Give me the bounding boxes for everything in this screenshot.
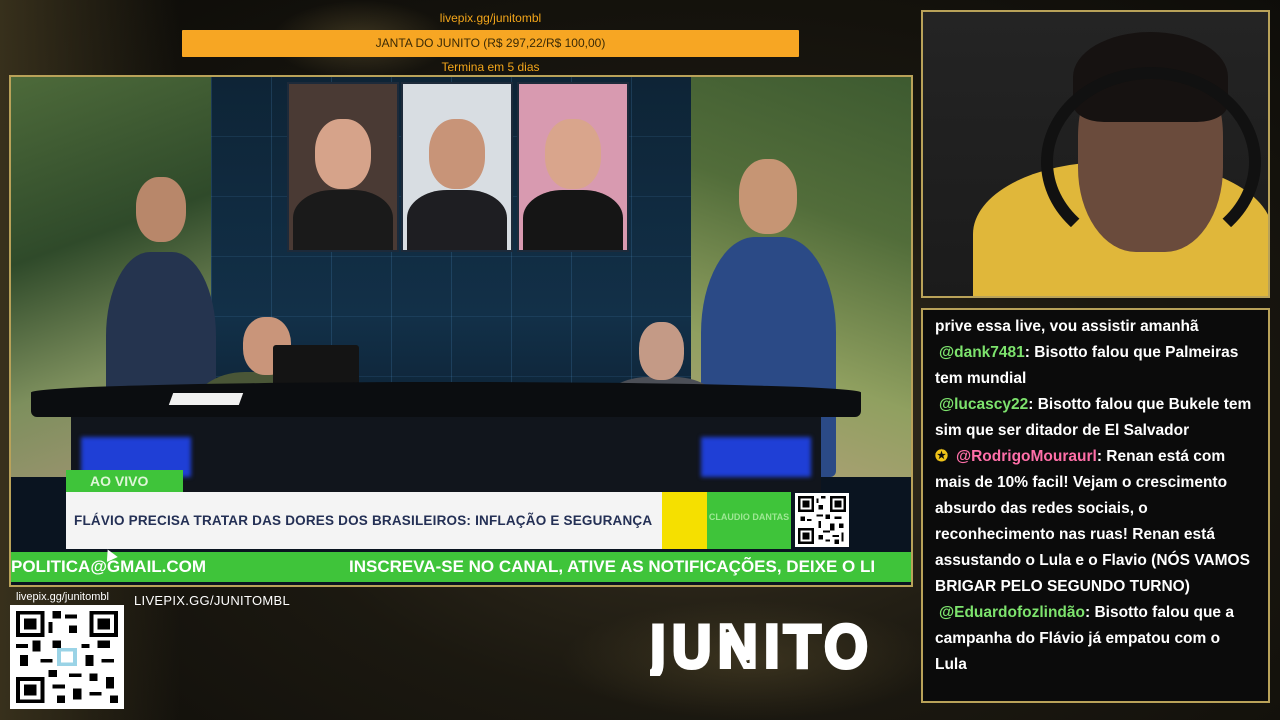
live-tag: AO VIVO [66, 470, 183, 492]
guest-torso [407, 190, 507, 250]
chat-username[interactable]: @lucascy22 [939, 396, 1028, 413]
goal-label: JANTA DO JUNITO (R$ 297,22/R$ 100,00) [375, 36, 606, 50]
guest-video-3 [517, 82, 629, 252]
headline-text: FLÁVIO PRECISA TRATAR DAS DORES DOS BRAS… [74, 513, 653, 528]
studio-desk [31, 382, 861, 417]
guest-face [429, 119, 485, 189]
desk-light-right [701, 437, 811, 477]
guest-face [545, 119, 601, 189]
chat-message-list: @dank7481: Bisotto falou que Palmeiras t… [935, 340, 1256, 678]
goal-ends-label: Termina em 5 dias [441, 60, 540, 74]
goal-progress-bar: JANTA DO JUNITO (R$ 297,22/R$ 100,00) [182, 30, 799, 57]
guest-video-2 [401, 82, 513, 252]
headphones-icon [1041, 67, 1261, 257]
guest-torso [293, 190, 393, 250]
chat-message-partial: prive essa live, vou assistir amanhã [935, 318, 1199, 335]
star-icon: ✪ [935, 448, 948, 465]
livepix-qr-code[interactable] [10, 605, 124, 709]
chat-username[interactable]: @RodrigoMouraurl [956, 448, 1097, 465]
chat-message: ✪ @RodrigoMouraurl: Renan está com mais d… [935, 444, 1256, 600]
host-right-head [639, 322, 684, 380]
desk-paper [168, 393, 244, 405]
livepix-site-label: LIVEPIX.GG/JUNITOMBL [134, 593, 291, 608]
chat-username[interactable]: @dank7481 [939, 344, 1025, 361]
guest-torso [523, 190, 623, 250]
chat-message: @Eduardofozlindão: Bisotto falou que a c… [935, 600, 1256, 678]
ticker-message: INSCREVA-SE NO CANAL, ATIVE AS NOTIFICAÇ… [349, 557, 876, 576]
chat-message: @dank7481: Bisotto falou que Palmeiras t… [935, 340, 1256, 392]
lower-third: FLÁVIO PRECISA TRATAR DAS DORES DOS BRAS… [66, 492, 662, 549]
streamer-webcam [921, 10, 1270, 298]
junito-logo: JUNITO [644, 613, 905, 682]
broadcast-qr-code [795, 493, 849, 547]
lower-third-accent [662, 492, 707, 549]
backdrop-person-right-head [739, 159, 797, 234]
guest-video-1 [287, 82, 399, 252]
news-ticker: POLITICA@GMAIL.COM INSCREVA-SE NO CANAL,… [11, 552, 911, 582]
logo-text: JUNITO [650, 616, 873, 676]
chat-panel[interactable]: prive essa live, vou assistir amanhã @da… [921, 308, 1270, 703]
backdrop-person-left-head [136, 177, 186, 242]
goal-url: livepix.gg/junitombl [439, 11, 542, 25]
guest-face [315, 119, 371, 189]
chat-username[interactable]: @Eduardofozlindão [939, 604, 1085, 621]
chat-message-text: : Renan está com mais de 10% facil! Veja… [935, 448, 1250, 595]
qr-url-label: livepix.gg/junitombl [16, 591, 109, 603]
main-video-frame: AO VIVO FLÁVIO PRECISA TRATAR DAS DORES … [9, 75, 913, 587]
studio-scene: AO VIVO FLÁVIO PRECISA TRATAR DAS DORES … [11, 77, 911, 585]
chat-message: @lucascy22: Bisotto falou que Bukele tem… [935, 392, 1256, 444]
brand-block: CLAUDIO DANTAS [707, 492, 791, 549]
